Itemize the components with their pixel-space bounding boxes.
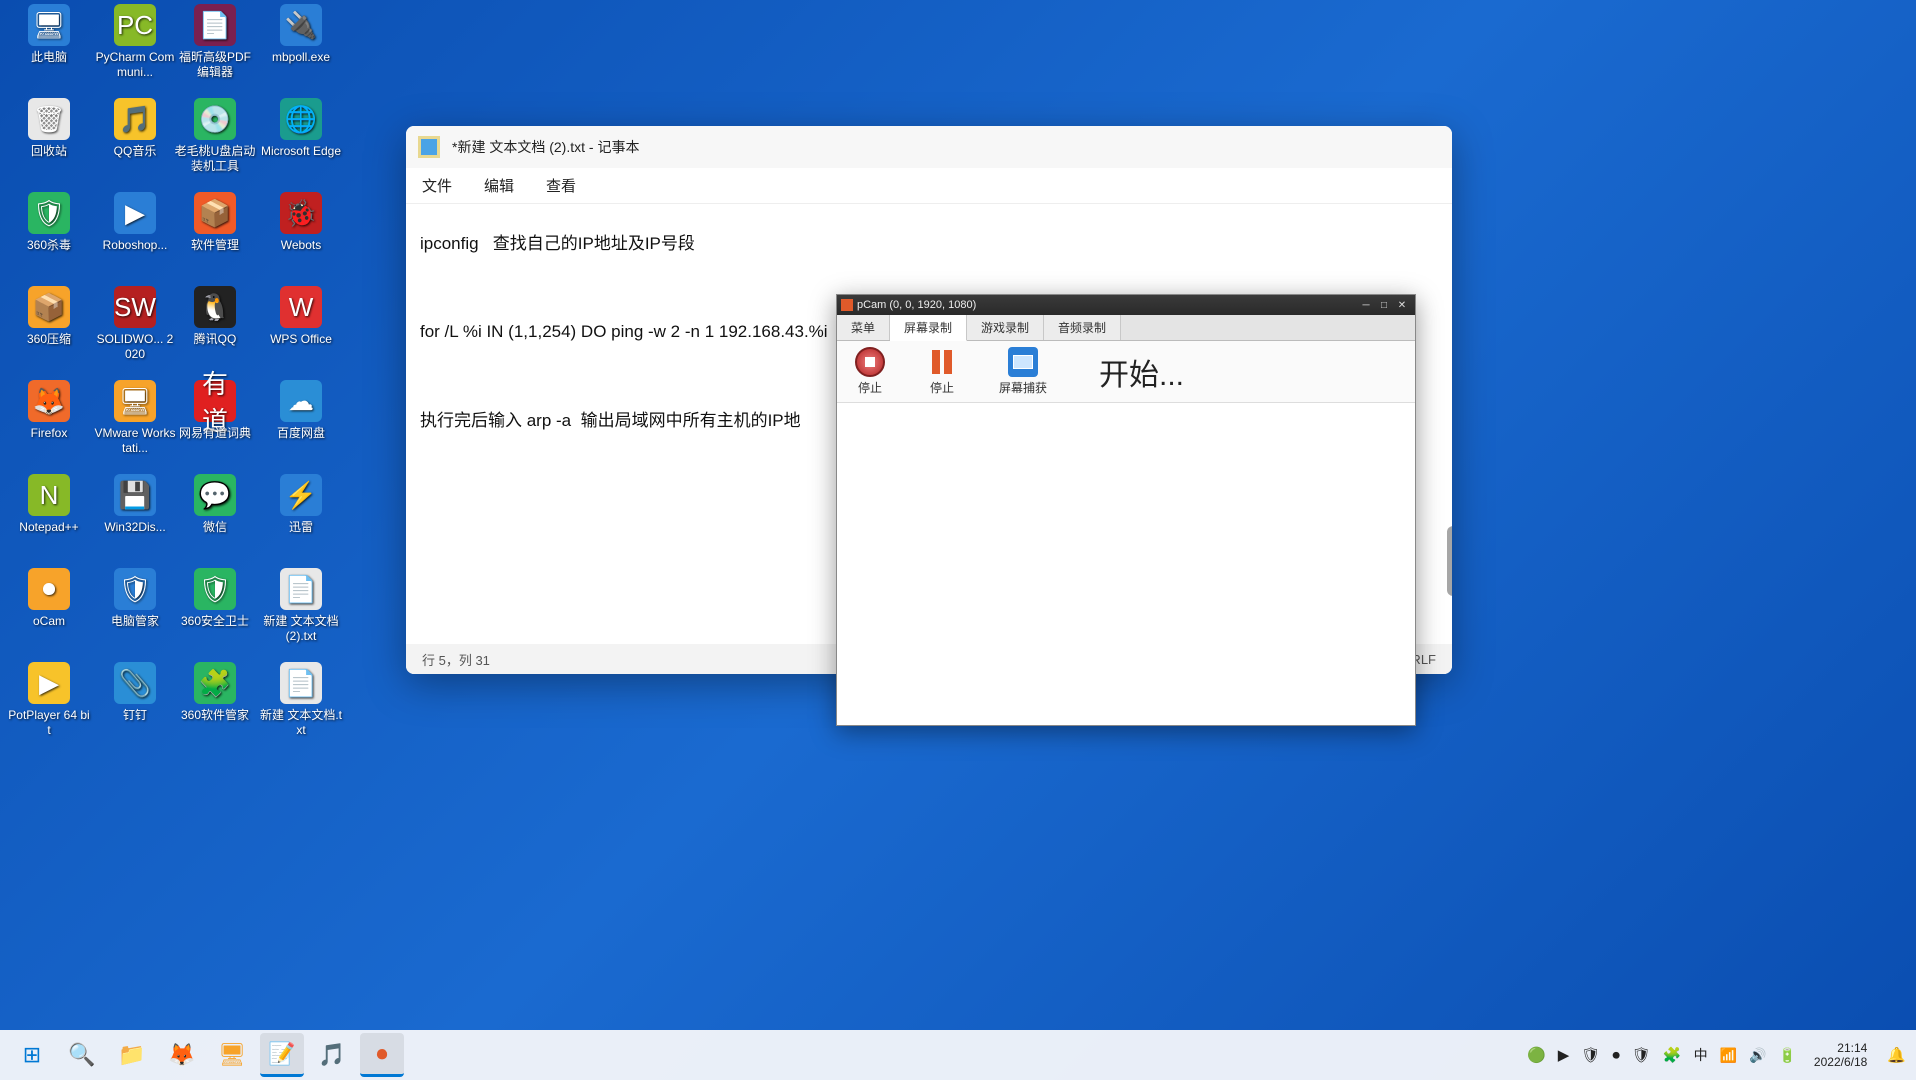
- ocam-tab-1[interactable]: 屏幕录制: [890, 315, 967, 341]
- desktop-icon-网易有道词典[interactable]: 有道网易有道词典: [174, 380, 256, 441]
- tray-ime[interactable]: 中: [1694, 1045, 1708, 1065]
- ocam-tool-pause[interactable]: 停止: [927, 347, 957, 396]
- notification-icon[interactable]: 🔔: [1887, 1046, 1906, 1064]
- tray-sound[interactable]: 🔊: [1749, 1047, 1766, 1064]
- system-tray: 🟢 ▶ 🛡 ⏺ 🛡 🧩 中 📶 🔊 🔋 21:142022/6/18 🔔: [1527, 1041, 1906, 1070]
- desktop-icon-新建 文本文档 (2).txt[interactable]: 📄新建 文本文档 (2).txt: [260, 568, 342, 644]
- ocam-tab-2[interactable]: 游戏录制: [967, 315, 1044, 340]
- ocam-body: [837, 403, 1415, 725]
- ocam-toolbar: 停止停止屏幕捕获开始...: [837, 341, 1415, 403]
- close-button[interactable]: ✕: [1393, 297, 1411, 313]
- desktop-icon-百度网盘[interactable]: ☁百度网盘: [260, 380, 342, 441]
- tray-icon-4[interactable]: 🛡: [1632, 1046, 1651, 1064]
- taskbar-explorer[interactable]: 📁: [110, 1033, 154, 1077]
- tray-battery[interactable]: 🔋: [1778, 1047, 1795, 1064]
- desktop-icon-VMware Workstati...[interactable]: 🖥VMware Workstati...: [94, 380, 176, 456]
- desktop-icon-WPS Office[interactable]: WWPS Office: [260, 286, 342, 347]
- notepad-icon: [418, 136, 440, 158]
- desktop-icon-此电脑[interactable]: 🖥此电脑: [8, 4, 90, 65]
- desktop-icon-360压缩[interactable]: 📦360压缩: [8, 286, 90, 347]
- notepad-title: *新建 文本文档 (2).txt - 记事本: [452, 137, 639, 157]
- desktop-icon-oCam[interactable]: ⏺oCam: [8, 568, 90, 629]
- taskbar-start[interactable]: ⊞: [10, 1033, 54, 1077]
- desktop-icon-Win32Dis...[interactable]: 💾Win32Dis...: [94, 474, 176, 535]
- tray-wifi[interactable]: 📶: [1720, 1047, 1737, 1064]
- desktop-icon-微信[interactable]: 💬微信: [174, 474, 256, 535]
- desktop-icon-QQ音乐[interactable]: 🎵QQ音乐: [94, 98, 176, 159]
- taskbar-vmware[interactable]: 🖥: [210, 1033, 254, 1077]
- desktop-icon-回收站[interactable]: 🗑回收站: [8, 98, 90, 159]
- ocam-tabs: 菜单屏幕录制游戏录制音频录制: [837, 315, 1415, 341]
- desktop-icon-360安全卫士[interactable]: 🛡360安全卫士: [174, 568, 256, 629]
- taskbar-notepad[interactable]: 📝: [260, 1033, 304, 1077]
- ocam-tool-stop[interactable]: 停止: [855, 347, 885, 396]
- tray-icon-1[interactable]: ▶: [1558, 1046, 1570, 1064]
- status-cursor-pos: 行 5，列 31: [422, 650, 490, 669]
- desktop-icon-Roboshop...[interactable]: ▶Roboshop...: [94, 192, 176, 253]
- ocam-icon: [841, 299, 853, 311]
- taskbar-clock[interactable]: 21:142022/6/18: [1814, 1041, 1867, 1070]
- tray-icon-0[interactable]: 🟢: [1527, 1046, 1546, 1064]
- notepad-titlebar[interactable]: *新建 文本文档 (2).txt - 记事本: [406, 126, 1452, 168]
- desktop-icon-老毛桃U盘启动装机工具[interactable]: 💿老毛桃U盘启动装机工具: [174, 98, 256, 174]
- minimize-button[interactable]: ─: [1357, 297, 1375, 313]
- ocam-tool-screen[interactable]: 屏幕捕获: [999, 347, 1047, 396]
- desktop-icon-腾讯QQ[interactable]: 🐧腾讯QQ: [174, 286, 256, 347]
- desktop-icon-mbpoll.exe[interactable]: 🔌mbpoll.exe: [260, 4, 342, 65]
- desktop-icon-Webots[interactable]: 🐞Webots: [260, 192, 342, 253]
- taskbar: ⊞🔍📁🦊🖥📝🎵⏺ 🟢▶🛡⏺🛡🧩中📶🔊🔋21:142022/6/18🔔: [0, 1030, 1916, 1080]
- desktop-icon-Microsoft Edge[interactable]: 🌐Microsoft Edge: [260, 98, 342, 159]
- ocam-start-label: 开始...: [1099, 350, 1184, 394]
- desktop-icon-Notepad++[interactable]: NNotepad++: [8, 474, 90, 535]
- taskbar-search[interactable]: 🔍: [60, 1033, 104, 1077]
- desktop-icon-软件管理[interactable]: 📦软件管理: [174, 192, 256, 253]
- ocam-titlebar[interactable]: pCam (0, 0, 1920, 1080) ─ □ ✕: [837, 295, 1415, 315]
- tray-icon-3[interactable]: ⏺: [1612, 1047, 1620, 1064]
- desktop-icon-迅雷[interactable]: ⚡迅雷: [260, 474, 342, 535]
- taskbar-qqmusic[interactable]: 🎵: [310, 1033, 354, 1077]
- menu-view[interactable]: 查看: [546, 175, 576, 196]
- taskbar-firefox[interactable]: 🦊: [160, 1033, 204, 1077]
- notepad-menubar: 文件 编辑 查看: [406, 168, 1452, 204]
- desktop-icon-Firefox[interactable]: 🦊Firefox: [8, 380, 90, 441]
- desktop-icon-新建 文本文档.txt[interactable]: 📄新建 文本文档.txt: [260, 662, 342, 738]
- desktop-icon-电脑管家[interactable]: 🛡电脑管家: [94, 568, 176, 629]
- desktop-icon-钉钉[interactable]: 📎钉钉: [94, 662, 176, 723]
- menu-file[interactable]: 文件: [422, 175, 452, 196]
- tray-icon-5[interactable]: 🧩: [1663, 1046, 1682, 1064]
- ocam-tab-3[interactable]: 音频录制: [1044, 315, 1121, 340]
- scrollbar-thumb[interactable]: [1447, 526, 1452, 596]
- desktop-icon-PyCharm Communi...[interactable]: PCPyCharm Communi...: [94, 4, 176, 80]
- ocam-window: pCam (0, 0, 1920, 1080) ─ □ ✕ 菜单屏幕录制游戏录制…: [836, 294, 1416, 726]
- desktop-icon-360杀毒[interactable]: 🛡360杀毒: [8, 192, 90, 253]
- tray-icon-2[interactable]: 🛡: [1581, 1046, 1600, 1064]
- maximize-button[interactable]: □: [1375, 297, 1393, 313]
- desktop-icon-福昕高级PDF编辑器[interactable]: 📄福昕高级PDF编辑器: [174, 4, 256, 80]
- ocam-title-text: pCam (0, 0, 1920, 1080): [857, 299, 976, 311]
- desktop-icon-360软件管家[interactable]: 🧩360软件管家: [174, 662, 256, 723]
- menu-edit[interactable]: 编辑: [484, 175, 514, 196]
- ocam-tab-0[interactable]: 菜单: [837, 315, 890, 340]
- desktop-icon-PotPlayer 64 bit[interactable]: ▶PotPlayer 64 bit: [8, 662, 90, 738]
- desktop-icon-SOLIDWO... 2020[interactable]: SWSOLIDWO... 2020: [94, 286, 176, 362]
- taskbar-ocam[interactable]: ⏺: [360, 1033, 404, 1077]
